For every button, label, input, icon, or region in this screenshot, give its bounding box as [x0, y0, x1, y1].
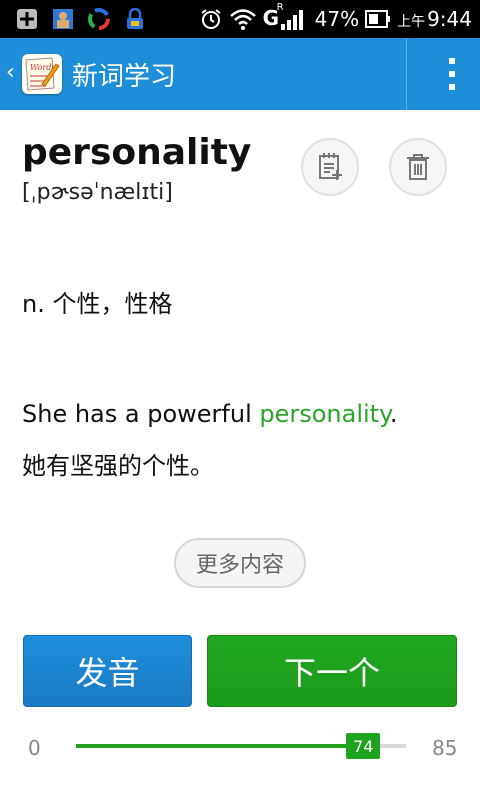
actionbar-divider [406, 38, 407, 110]
alarm-icon [201, 9, 221, 29]
clock-time: 9:44 [427, 7, 472, 31]
battery-icon [365, 10, 391, 28]
example-sentence-zh: 她有坚强的个性。 [22, 452, 214, 480]
app-logo[interactable]: Words [22, 54, 62, 94]
action-bar: ‹ Words 新词学习 [0, 38, 480, 110]
progress-thumb[interactable]: 74 [346, 733, 381, 759]
wifi-icon [229, 9, 256, 30]
battery-percent: 47% [314, 7, 360, 31]
color-wheel-icon [88, 8, 110, 30]
back-chevron-icon[interactable]: ‹ [6, 60, 15, 85]
word-definition: n. 个性，性格 [22, 290, 173, 318]
signal-icon: G R [263, 2, 309, 34]
delete-word-button[interactable] [389, 138, 447, 196]
example-text-after: . [389, 400, 398, 428]
trash-icon [407, 154, 429, 180]
add-note-icon [319, 153, 342, 180]
example-highlight-word: personality [259, 400, 390, 428]
pronounce-button[interactable]: 发音 [23, 635, 192, 707]
more-content-button[interactable]: 更多内容 [174, 538, 306, 588]
add-to-notebook-button[interactable] [301, 138, 359, 196]
example-sentence-en: She has a powerful personality. [22, 400, 398, 428]
progress-max-label: 85 [432, 736, 458, 760]
clock: 上午 9:44 [397, 7, 472, 31]
progress-fill [76, 744, 364, 748]
next-word-button[interactable]: 下一个 [207, 635, 457, 707]
progress-min-label: 0 [28, 736, 41, 760]
word-title: personality [22, 132, 252, 173]
add-box-icon [17, 9, 37, 29]
word-phonetic: [ˌpɚsəˈnælɪti] [22, 180, 173, 205]
page-title: 新词学习 [72, 62, 177, 92]
overflow-menu-icon[interactable] [448, 58, 456, 90]
example-text-before: She has a powerful [22, 400, 260, 428]
status-bar: G R 47% 上午 9:44 [0, 0, 480, 38]
gallery-icon [53, 9, 73, 29]
progress-slider[interactable]: 74 [76, 733, 406, 759]
clock-prefix: 上午 [397, 14, 426, 30]
usb-lock-icon [127, 8, 143, 29]
